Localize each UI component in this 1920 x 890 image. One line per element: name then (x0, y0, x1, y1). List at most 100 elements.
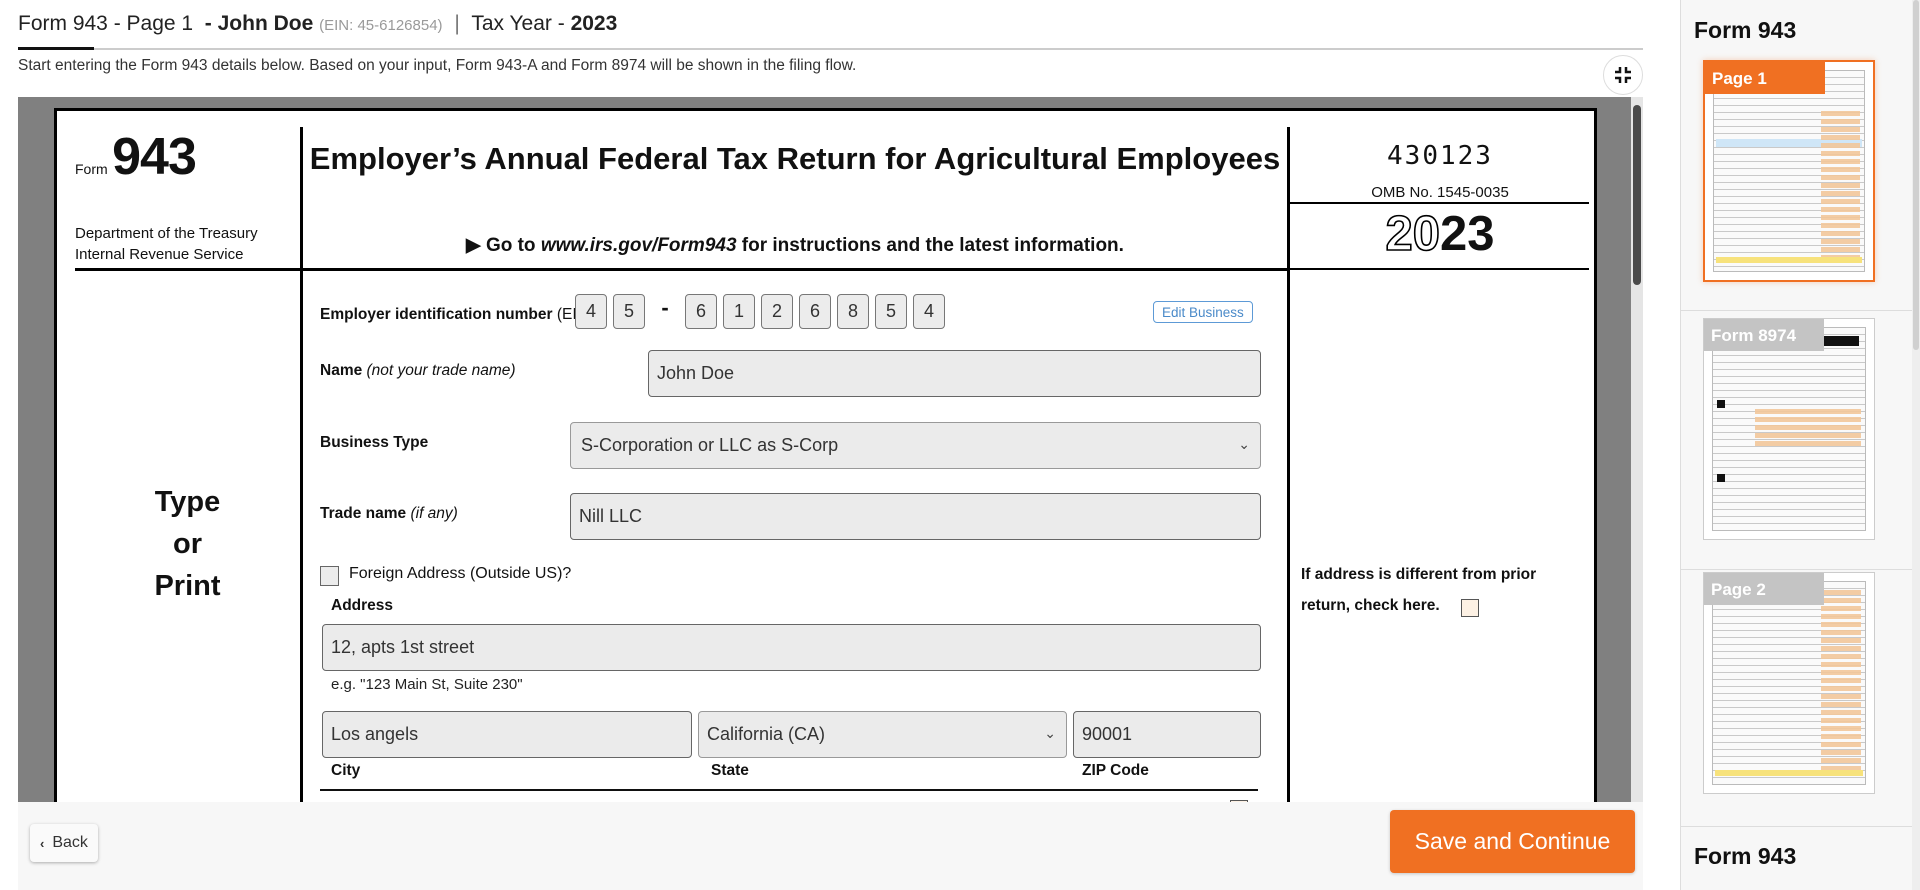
name-label-bold: Name (320, 362, 363, 379)
active-indicator (18, 47, 94, 50)
city-input[interactable]: Los angels (322, 711, 692, 758)
sidebar-page-thumbnail[interactable]: Form 8974 (1703, 318, 1875, 540)
page-preview (1712, 327, 1866, 531)
name-label-italic: (not your trade name) (362, 362, 516, 379)
name-input[interactable]: John Doe (648, 350, 1261, 397)
form-pages-sidebar: Form 943 Page 1 Form 8974 Page 2 Form 94… (1680, 0, 1920, 890)
header-separator: | (454, 12, 460, 35)
divider (75, 268, 303, 271)
ein-digit[interactable]: 8 (837, 294, 869, 329)
address-input[interactable]: 12, apts 1st street (322, 624, 1261, 671)
ein-digit[interactable]: 5 (875, 294, 907, 329)
back-button[interactable]: ‹ Back (30, 824, 98, 862)
form-word: Form (75, 161, 108, 177)
address-changed-note: If address is different from prior retur… (1301, 559, 1581, 621)
state-select[interactable]: California (CA) ⌄ (698, 711, 1067, 758)
divider (1287, 268, 1589, 270)
thumbnail-tag: Form 8974 (1704, 319, 1824, 351)
footer-bar: ‹ Back Save and Continue (18, 802, 1643, 890)
ein-digit[interactable]: 2 (761, 294, 793, 329)
business-type-select[interactable]: S-Corporation or LLC as S-Corp ⌄ (570, 422, 1261, 469)
ein-digit[interactable]: 6 (799, 294, 831, 329)
form-code: 430123 (1387, 141, 1493, 171)
main-area: Form 943 - Page 1 - John Doe (EIN: 45-61… (0, 0, 1660, 890)
collapse-button[interactable] (1603, 55, 1643, 95)
save-and-continue-button[interactable]: Save and Continue (1390, 810, 1635, 873)
zip-label: ZIP Code (1082, 762, 1149, 779)
form-year: 2023 (1290, 204, 1590, 264)
preview-band (1715, 770, 1863, 776)
foreign-address-checkbox[interactable] (320, 566, 339, 586)
year-outline: 20 (1385, 206, 1441, 262)
irs-link[interactable]: www.irs.gov/Form943 (541, 235, 737, 256)
trade-name-label-bold: Trade name (320, 505, 407, 522)
scrollbar-thumb[interactable] (1913, 0, 1919, 350)
sidebar-page-thumbnail[interactable]: Page 1 (1703, 60, 1875, 282)
tax-year-label: Tax Year - (471, 12, 565, 35)
tax-year: 2023 (570, 12, 618, 35)
preview-column (1754, 408, 1861, 450)
address-changed-checkbox[interactable] (1461, 599, 1479, 617)
form-page-title: Form 943 - Page 1 (18, 12, 194, 35)
thumbnail-tag: Page 1 (1705, 62, 1825, 94)
city-label: City (331, 762, 361, 779)
preview-column (1821, 590, 1861, 772)
business-type-value: S-Corporation or LLC as S-Corp (581, 435, 839, 455)
sidebar-heading: Form 943 (1694, 17, 1797, 43)
goto-prefix: ▶ Go to (466, 235, 541, 256)
page-preview (1712, 581, 1866, 785)
preview-block (1717, 474, 1725, 482)
sidebar-heading: Form 943 (1694, 843, 1797, 869)
preview-band (1716, 257, 1862, 263)
ein-label: Employer identification number (EIN) (320, 306, 593, 324)
department: Department of the Treasury Internal Reve… (75, 223, 258, 265)
ein-digit[interactable]: 1 (723, 294, 755, 329)
taxpayer-name: John Doe (217, 12, 314, 35)
year-solid: 23 (1440, 207, 1495, 261)
zip-input[interactable]: 90001 (1073, 711, 1261, 758)
preview-column (1821, 111, 1860, 259)
divider (300, 127, 303, 802)
form-paper: Form 943 Department of the Treasury Inte… (54, 108, 1597, 802)
name-label: Name (not your trade name) (320, 362, 516, 380)
form-number: 943 (112, 128, 197, 186)
divider (1681, 569, 1913, 570)
print-word: Print (154, 570, 221, 602)
form-scrollbar[interactable] (1631, 97, 1643, 802)
divider (1681, 826, 1913, 827)
form-id-block: Form 943 Department of the Treasury Inte… (75, 127, 300, 272)
back-label: Back (52, 834, 88, 851)
state-label: State (711, 762, 749, 779)
ein-digit[interactable]: 4 (913, 294, 945, 329)
instructions-line: ▶ Go to www.irs.gov/Form943 for instruct… (303, 234, 1287, 257)
ein-text: (EIN: 45-6126854) (319, 17, 443, 34)
address-hint: e.g. "123 Main St, Suite 230" (331, 676, 523, 693)
preview-block (1717, 400, 1725, 408)
address-label: Address (331, 597, 394, 614)
or-word: or (173, 528, 202, 560)
scrollbar-thumb[interactable] (1633, 105, 1641, 285)
page-subtitle: Start entering the Form 943 details belo… (18, 57, 857, 74)
divider (300, 268, 1290, 271)
trade-name-input[interactable]: Nill LLC (570, 493, 1261, 540)
type-or-print: Type or Print (75, 481, 300, 607)
sidebar-page-thumbnail[interactable]: Page 2 (1703, 572, 1875, 794)
chevron-left-icon: ‹ (40, 835, 45, 851)
dept-line-2: Internal Revenue Service (75, 246, 244, 263)
divider (320, 789, 1258, 791)
ein-digit[interactable]: 5 (613, 294, 645, 329)
ein-digit[interactable]: 6 (685, 294, 717, 329)
ein-input-group: 4 5 - 6 1 2 6 8 5 4 (575, 294, 951, 329)
ein-digit[interactable]: 4 (575, 294, 607, 329)
dept-line-1: Department of the Treasury (75, 225, 258, 242)
sidebar-scrollbar[interactable] (1912, 0, 1920, 890)
ein-label-bold: Employer identification number (320, 306, 553, 323)
business-type-label: Business Type (320, 434, 428, 452)
thumbnail-tag: Page 2 (1704, 573, 1824, 605)
trade-name-label: Trade name (if any) (320, 505, 458, 523)
type-word: Type (154, 486, 221, 518)
form-title: Employer’s Annual Federal Tax Return for… (309, 141, 1281, 176)
edit-business-button[interactable]: Edit Business (1153, 301, 1253, 323)
business-type-label-text: Business Type (320, 434, 429, 451)
address-changed-text: If address is different from prior retur… (1301, 566, 1537, 614)
